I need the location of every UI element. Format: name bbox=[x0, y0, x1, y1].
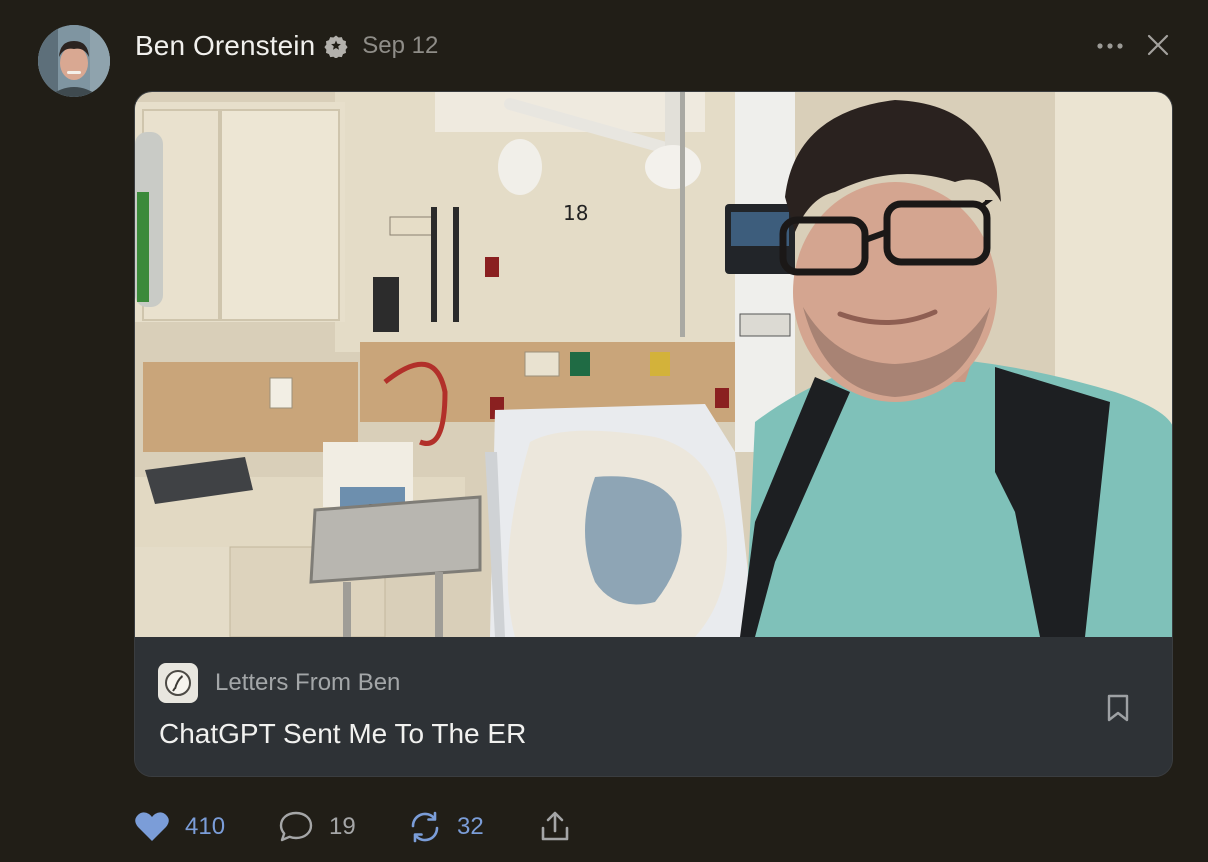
comment-count: 19 bbox=[329, 813, 356, 840]
post-card[interactable]: 18 Letters From Ben ChatGPT Sent Me To T… bbox=[134, 91, 1173, 777]
bookmark-button[interactable] bbox=[1105, 692, 1131, 724]
svg-text:18: 18 bbox=[563, 201, 588, 225]
note-post: Ben Orenstein Sep 12 18 Letters From Ben… bbox=[0, 0, 1208, 862]
quill-logo-icon bbox=[165, 670, 191, 696]
publication-name: Letters From Ben bbox=[215, 669, 401, 696]
post-title[interactable]: ChatGPT Sent Me To The ER bbox=[159, 718, 526, 750]
comment-button[interactable]: 19 bbox=[278, 808, 356, 846]
post-date: Sep 12 bbox=[362, 32, 439, 59]
author-avatar[interactable] bbox=[38, 25, 110, 97]
heart-icon bbox=[135, 812, 169, 841]
like-button[interactable]: 410 bbox=[134, 808, 225, 846]
comment-icon bbox=[279, 811, 313, 842]
close-button[interactable] bbox=[1143, 30, 1173, 60]
close-icon bbox=[1147, 34, 1169, 56]
restack-icon bbox=[411, 811, 439, 843]
verified-badge-icon bbox=[324, 34, 348, 59]
more-options-button[interactable] bbox=[1094, 30, 1126, 62]
publication-logo bbox=[158, 663, 198, 703]
card-footer: Letters From Ben ChatGPT Sent Me To The … bbox=[135, 637, 1172, 776]
share-button[interactable] bbox=[538, 808, 572, 846]
like-count: 410 bbox=[185, 813, 226, 840]
author-name[interactable]: Ben Orenstein bbox=[135, 30, 315, 62]
more-options-icon bbox=[1097, 43, 1123, 49]
restack-count: 32 bbox=[457, 813, 484, 840]
bookmark-icon bbox=[1107, 694, 1129, 722]
share-icon bbox=[541, 811, 569, 841]
post-header: Ben Orenstein Sep 12 bbox=[135, 28, 438, 64]
post-image: 18 bbox=[135, 92, 1172, 637]
restack-button[interactable]: 32 bbox=[408, 808, 484, 846]
